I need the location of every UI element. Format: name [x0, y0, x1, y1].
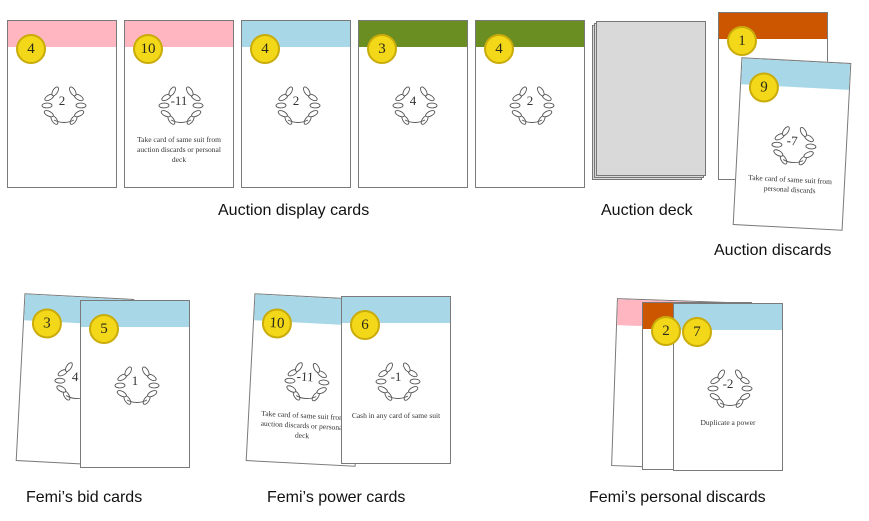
card-score: -1 — [390, 369, 402, 384]
power-card-2[interactable]: 6 -1 Cash in any card of same suit — [341, 296, 451, 464]
card-score: 2 — [292, 93, 300, 108]
card-score: 2 — [526, 93, 534, 108]
cost-coin: 6 — [350, 310, 380, 340]
auction-display-card-2[interactable]: 10 -11 Take card of same suit from aucti… — [124, 20, 234, 188]
cost-coin: 5 — [89, 314, 119, 344]
card-score: -11 — [170, 93, 188, 108]
cost-coin: 9 — [748, 71, 780, 104]
auction-deck-top-card[interactable] — [596, 21, 706, 176]
cost-coin: 3 — [31, 307, 63, 340]
cost-coin: 4 — [16, 34, 46, 64]
cost-coin: 4 — [484, 34, 514, 64]
auction-display-card-1[interactable]: 4 2 — [7, 20, 117, 188]
cost-coin: 7 — [682, 317, 712, 347]
auction-deck-label: Auction deck — [601, 202, 693, 219]
auction-display-card-3[interactable]: 4 2 — [241, 20, 351, 188]
card-ability-text: Take card of same suit from auction disc… — [137, 135, 221, 164]
card-score: -2 — [722, 376, 734, 391]
cost-coin: 4 — [250, 34, 280, 64]
auction-display-card-5[interactable]: 4 2 — [475, 20, 585, 188]
card-score: -7 — [786, 132, 798, 149]
card-score: 2 — [58, 93, 66, 108]
cost-coin: 2 — [651, 316, 681, 346]
card-ability-text: Take card of same suit from auction disc… — [260, 408, 346, 441]
cost-coin: 10 — [261, 307, 293, 340]
auction-display-label: Auction display cards — [218, 202, 370, 219]
card-score: 1 — [131, 373, 139, 388]
power-cards-label: Femi’s power cards — [267, 489, 406, 506]
card-score: 4 — [409, 93, 417, 108]
card-ability-text: Duplicate a power — [700, 418, 756, 427]
personal-discard-card-3[interactable]: 7 -2 Duplicate a power — [673, 303, 783, 471]
auction-discards-label: Auction discards — [714, 242, 832, 259]
personal-discards-label: Femi’s personal discards — [589, 489, 766, 506]
card-ability-text: Take card of same suit from personal dis… — [748, 172, 833, 196]
cost-coin: 10 — [133, 34, 163, 64]
bid-card-2[interactable]: 5 1 — [80, 300, 190, 468]
auction-discard-card-top[interactable]: 9 -7 Take card of same suit from persona… — [732, 57, 852, 231]
bid-cards-label: Femi’s bid cards — [26, 489, 143, 506]
card-ability-text: Cash in any card of same suit — [351, 411, 441, 420]
cost-coin: 3 — [367, 34, 397, 64]
auction-display-card-4[interactable]: 3 4 — [358, 20, 468, 188]
cost-coin: 1 — [727, 26, 757, 56]
